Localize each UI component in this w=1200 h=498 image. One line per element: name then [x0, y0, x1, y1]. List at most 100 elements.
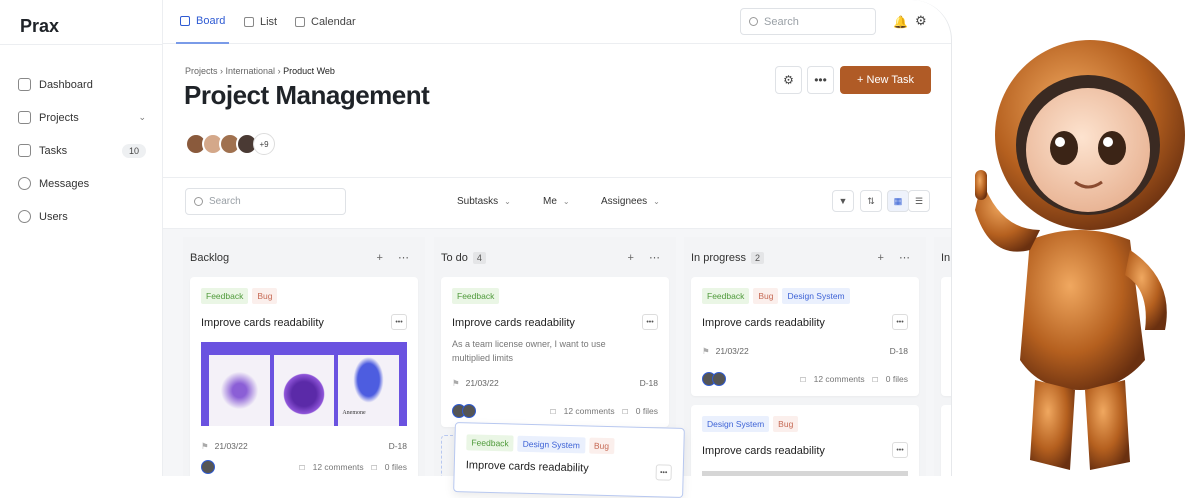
column-actions[interactable]: + ⋯ [878, 251, 916, 264]
bell-icon[interactable]: 🔔 [893, 15, 908, 29]
column-title: In progress [691, 252, 747, 264]
tag: Design System [517, 435, 586, 454]
sidebar-item-messages[interactable]: Messages [18, 167, 146, 200]
filter-label: Me [543, 196, 557, 207]
filter-label: Subtasks [457, 196, 499, 207]
sidebar-item-projects[interactable]: Projects ⌄ [18, 101, 146, 134]
filter-label: Assignees [601, 196, 648, 207]
sort-icon: ⇅ [867, 195, 875, 206]
tab-board[interactable]: Board [176, 0, 230, 44]
sidebar-item-dashboard[interactable]: Dashboard [18, 68, 146, 101]
card-menu-button[interactable]: ••• [892, 442, 908, 458]
sort-button[interactable]: ⇅ [860, 190, 882, 212]
avatar [712, 372, 726, 386]
grid-view-button[interactable]: ▦ [887, 190, 909, 212]
card-id: D-18 [388, 441, 407, 451]
tab-label: Board [196, 15, 226, 27]
task-card[interactable]: Design System Bug Improve cards readabili… [691, 405, 919, 476]
chevron-down-icon: ⌄ [504, 197, 511, 206]
grid-icon: ▦ [893, 195, 903, 206]
settings-button[interactable]: ⚙ [775, 66, 802, 94]
sidebar-item-label: Users [39, 210, 68, 223]
top-nav: Board List Calendar Search 🔔 ⚙ [163, 0, 951, 44]
sidebar-item-label: Messages [39, 177, 90, 190]
card-menu-button[interactable]: ••• [892, 314, 908, 330]
calendar-icon [295, 17, 305, 27]
comment-icon: □ [550, 406, 556, 416]
gear-icon[interactable]: ⚙ [915, 13, 927, 29]
subtasks-filter[interactable]: Subtasks ⌄ [457, 196, 511, 207]
top-search-input[interactable]: Search [740, 8, 876, 35]
tag: Bug [252, 288, 278, 304]
task-card[interactable]: Feedback Improve cards readability ••• A… [441, 277, 669, 427]
task-card[interactable] [941, 405, 951, 476]
app-window: Prax Dashboard Projects ⌄ Tasks 10 Message… [0, 0, 952, 476]
column-partial: In [934, 237, 951, 476]
sidebar-item-label: Projects [39, 111, 79, 124]
column-actions[interactable]: + ⋯ [628, 251, 666, 264]
search-placeholder: Search [209, 196, 241, 207]
column-actions[interactable]: + ⋯ [377, 251, 415, 264]
tag: Feedback [702, 288, 750, 304]
tasks-count-badge: 10 [121, 143, 146, 158]
more-icon: ••• [814, 73, 827, 87]
assignees-filter[interactable]: Assignees ⌄ [601, 196, 660, 207]
list-icon [244, 17, 254, 27]
card-title: Improve cards readability [465, 459, 589, 475]
sidebar-item-tasks[interactable]: Tasks 10 [18, 134, 146, 167]
column-title: To do [441, 252, 468, 264]
new-task-button[interactable]: + New Task [840, 66, 931, 94]
card-files: 0 files [635, 406, 658, 416]
image-caption: Anemone [342, 410, 366, 416]
card-menu-button[interactable]: ••• [642, 314, 658, 330]
chevron-down-icon: ⌄ [138, 112, 146, 122]
page-title: Project Management [184, 80, 430, 110]
card-title: Improve cards readability [702, 445, 825, 457]
dashboard-icon [18, 78, 31, 91]
tab-label: List [260, 16, 278, 28]
more-members[interactable]: +9 [253, 133, 275, 155]
tag: Feedback [452, 288, 500, 304]
column-count: 2 [751, 252, 765, 264]
breadcrumb-international[interactable]: International [226, 66, 276, 76]
column-count: 4 [472, 252, 486, 264]
breadcrumb-product-web[interactable]: Product Web [283, 66, 335, 76]
tab-calendar[interactable]: Calendar [295, 0, 356, 44]
tag: Bug [773, 416, 799, 432]
gear-icon: ⚙ [783, 73, 794, 87]
card-files: 0 files [384, 462, 407, 472]
list-icon: ☰ [914, 195, 924, 206]
avatar [462, 404, 476, 418]
card-comments: 12 comments [312, 462, 364, 472]
message-icon [18, 177, 31, 190]
sidebar-item-users[interactable]: Users [18, 200, 146, 233]
new-task-label: New Task [866, 74, 914, 86]
tasks-icon [18, 144, 31, 157]
member-avatars[interactable]: +9 [185, 133, 275, 155]
task-card[interactable]: Feedback Bug Improve cards readability ••… [190, 277, 418, 476]
list-view-button[interactable]: ☰ [908, 190, 930, 212]
board-search-input[interactable]: Search [185, 188, 346, 215]
me-filter[interactable]: Me ⌄ [543, 196, 570, 207]
plus-icon: + [857, 74, 867, 86]
card-menu-button[interactable]: ••• [391, 314, 407, 330]
breadcrumb-projects[interactable]: Projects [185, 66, 218, 76]
task-card[interactable] [941, 277, 951, 396]
board-icon [180, 16, 190, 26]
dragging-card[interactable]: Feedback Design System Bug Improve cards r… [453, 422, 685, 498]
flag-icon: ⚑ [452, 378, 460, 388]
layers-icon [18, 111, 31, 124]
card-title: Improve cards readability [452, 317, 575, 329]
more-button[interactable]: ••• [807, 66, 834, 94]
breadcrumb: Projects › International › Product Web [185, 66, 335, 76]
card-comments: 12 comments [813, 374, 865, 384]
tab-list[interactable]: List [244, 0, 277, 44]
astronaut-mascot-illustration [975, 40, 1185, 470]
card-menu-button[interactable]: ••• [655, 464, 672, 481]
flag-icon: ⚑ [201, 441, 209, 451]
users-icon [18, 210, 31, 223]
filter-button[interactable]: ▼ [832, 190, 854, 212]
task-card[interactable]: Feedback Bug Design System Improve cards r… [691, 277, 919, 396]
file-icon: □ [872, 374, 878, 384]
card-date: 21/03/22 [715, 346, 749, 356]
